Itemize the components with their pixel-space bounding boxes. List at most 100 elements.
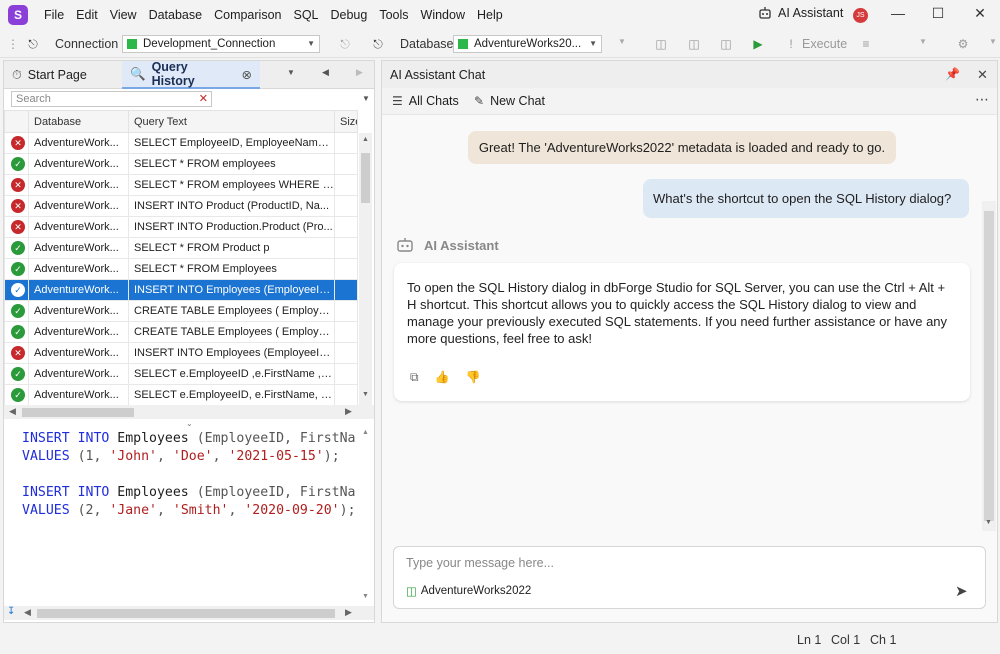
column-header-database[interactable]: Database — [28, 110, 129, 133]
scroll-right-icon[interactable]: ▶ — [345, 406, 352, 417]
scroll-right-icon[interactable]: ▶ — [356, 67, 363, 78]
context-database-label: AdventureWorks2022 — [420, 585, 532, 597]
menu-tools[interactable]: Tools — [373, 0, 414, 30]
format-icon[interactable]: ≡ — [858, 37, 874, 51]
close-window-icon[interactable]: ✕ — [970, 5, 990, 22]
scroll-left-icon[interactable]: ◀ — [24, 607, 31, 618]
scroll-left-icon[interactable]: ◀ — [322, 67, 329, 78]
assistant-name: AI Assistant — [424, 237, 499, 253]
code-scroll-down-icon[interactable]: ▼ — [362, 593, 369, 600]
table-row[interactable]: ✓ AdventureWork... CREATE TABLE Employees… — [4, 321, 358, 343]
maximize-icon[interactable]: ☐ — [928, 5, 948, 22]
table-row[interactable]: ✓ AdventureWork... INSERT INTO Employees (… — [4, 279, 358, 301]
robot-icon — [759, 7, 771, 19]
table-row[interactable]: ✓ AdventureWork... SELECT * FROM Employees — [4, 258, 358, 280]
scroll-down-icon[interactable]: ▼ — [985, 519, 992, 526]
menu-debug[interactable]: Debug — [325, 0, 374, 30]
menu-edit[interactable]: Edit — [70, 0, 104, 30]
ai-assistant-button[interactable]: AI Assistant — [758, 6, 843, 20]
code-horizontal-scrollbar[interactable]: ↧ ◀ ▶ — [4, 606, 374, 620]
scroll-up-icon[interactable]: ▲ — [362, 136, 369, 143]
query-text-cell: SELECT * FROM Product p — [128, 237, 335, 259]
scrollbar-thumb[interactable] — [361, 153, 370, 203]
tab-start-page[interactable]: ⏱ Start Page — [4, 61, 120, 89]
success-icon: ✓ — [11, 241, 25, 255]
thumbs-down-icon[interactable]: 👎 — [466, 369, 481, 386]
execute-button[interactable]: Execute — [802, 37, 847, 51]
column-header-size[interactable]: Size (B — [334, 110, 358, 133]
toolbar-overflow-icon[interactable]: ▼ — [985, 37, 1000, 51]
avatar[interactable]: JS — [853, 8, 868, 23]
run-icon[interactable]: ▶ — [750, 37, 766, 51]
context-database[interactable]: ◫ AdventureWorks2022 — [406, 584, 531, 598]
table-horizontal-scrollbar[interactable]: ◀ ▶ — [4, 405, 374, 419]
table-row[interactable]: ✕ AdventureWork... INSERT INTO Product (Pr… — [4, 195, 358, 217]
table-row[interactable]: ✕ AdventureWork... SELECT * FROM employees… — [4, 174, 358, 196]
minimize-icon[interactable]: — — [888, 5, 908, 21]
scroll-left-icon[interactable]: ◀ — [9, 406, 16, 417]
table-row[interactable]: ✕ AdventureWork... SELECT EmployeeID, Empl… — [4, 132, 358, 154]
column-header-status[interactable] — [4, 110, 29, 133]
scroll-right-icon[interactable]: ▶ — [345, 607, 352, 618]
menu-file[interactable]: File — [38, 0, 70, 30]
assistant-reply-text: To open the SQL History dialog in dbForg… — [407, 280, 948, 346]
disconnect-icon[interactable]: ⎋ — [337, 37, 353, 51]
menu-window[interactable]: Window — [415, 0, 471, 30]
table-vertical-scrollbar[interactable]: ▲ ▼ — [359, 133, 372, 405]
send-icon[interactable]: ➤ — [955, 582, 968, 600]
all-chats-button[interactable]: ☰ All Chats — [392, 94, 459, 108]
database-refresh-icon[interactable]: ◫ — [686, 37, 702, 51]
plug-icon[interactable]: ⎋ — [25, 37, 41, 51]
execute-options-icon[interactable]: ▼ — [915, 37, 931, 51]
table-row[interactable]: ✓ AdventureWork... SELECT * FROM employees — [4, 153, 358, 175]
clear-search-icon[interactable]: ✕ — [199, 92, 208, 106]
pin-icon[interactable]: 📌 — [945, 67, 960, 81]
table-row[interactable]: ✕ AdventureWork... INSERT INTO Production.… — [4, 216, 358, 238]
menu-database[interactable]: Database — [143, 0, 209, 30]
database-select[interactable]: AdventureWorks20... ▼ — [453, 35, 602, 53]
scroll-down-icon[interactable]: ▼ — [362, 391, 369, 398]
table-row[interactable]: ✓ AdventureWork... SELECT e.EmployeeID, e.… — [4, 384, 358, 406]
menu-sql[interactable]: SQL — [287, 0, 324, 30]
code-scroll-up-icon[interactable]: ▲ — [362, 429, 369, 436]
table-row[interactable]: ✓ AdventureWork... CREATE TABLE Employees… — [4, 300, 358, 322]
more-icon[interactable]: ⋯ — [975, 91, 989, 108]
chat-scrollbar[interactable]: ▼ — [982, 201, 996, 531]
settings-icon[interactable]: ⚙ — [955, 37, 971, 51]
splitter-icon[interactable]: ⌄ — [186, 419, 193, 428]
scrollbar-thumb[interactable] — [37, 609, 335, 618]
close-tab-icon[interactable]: ⊗ — [242, 67, 252, 82]
database-icon[interactable]: ◫ — [653, 37, 669, 51]
database-status-icon — [458, 39, 468, 49]
tab-list-icon[interactable]: ▼ — [287, 68, 295, 77]
message-input[interactable]: Type your message here... — [406, 556, 554, 570]
tab-query-history[interactable]: 🔍 Query History ⊗ — [122, 60, 260, 89]
thumbs-up-icon[interactable]: 👍 — [435, 369, 450, 386]
new-chat-button[interactable]: ✎ New Chat — [474, 94, 545, 108]
scrollbar-thumb[interactable] — [984, 211, 994, 521]
table-row[interactable]: ✓ AdventureWork... SELECT e.EmployeeID ,e.… — [4, 363, 358, 385]
ai-assistant-label: AI Assistant — [778, 6, 844, 20]
table-row[interactable]: ✕ AdventureWork... INSERT INTO Employees (… — [4, 342, 358, 364]
more-options-icon[interactable]: ▼ — [614, 37, 630, 51]
size-cell — [334, 258, 358, 280]
table-row[interactable]: ✓ AdventureWork... SELECT * FROM Product p — [4, 237, 358, 259]
scrollbar-thumb[interactable] — [22, 408, 134, 417]
column-header-query-text[interactable]: Query Text — [128, 110, 335, 133]
query-text-cell: INSERT INTO Employees (EmployeeID,... — [128, 342, 335, 364]
search-options-icon[interactable]: ▼ — [362, 94, 370, 103]
menu-help[interactable]: Help — [471, 0, 509, 30]
menu-comparison[interactable]: Comparison — [208, 0, 287, 30]
status-cell: ✓ — [4, 279, 29, 301]
status-cell: ✓ — [4, 363, 29, 385]
menu-view[interactable]: View — [104, 0, 143, 30]
connection-select[interactable]: Development_Connection ▼ — [122, 35, 320, 53]
message-input-box[interactable]: Type your message here... ◫ AdventureWor… — [393, 546, 986, 609]
copy-icon[interactable]: ⧉ — [410, 369, 419, 386]
new-connection-icon[interactable]: ⎋ — [370, 37, 386, 51]
split-view-icon[interactable]: ↧ — [7, 606, 15, 617]
search-input[interactable]: Search ✕ — [11, 91, 212, 107]
database-settings-icon[interactable]: ◫ — [718, 37, 734, 51]
close-panel-icon[interactable]: ✕ — [977, 67, 988, 83]
database-cell: AdventureWork... — [28, 279, 129, 301]
